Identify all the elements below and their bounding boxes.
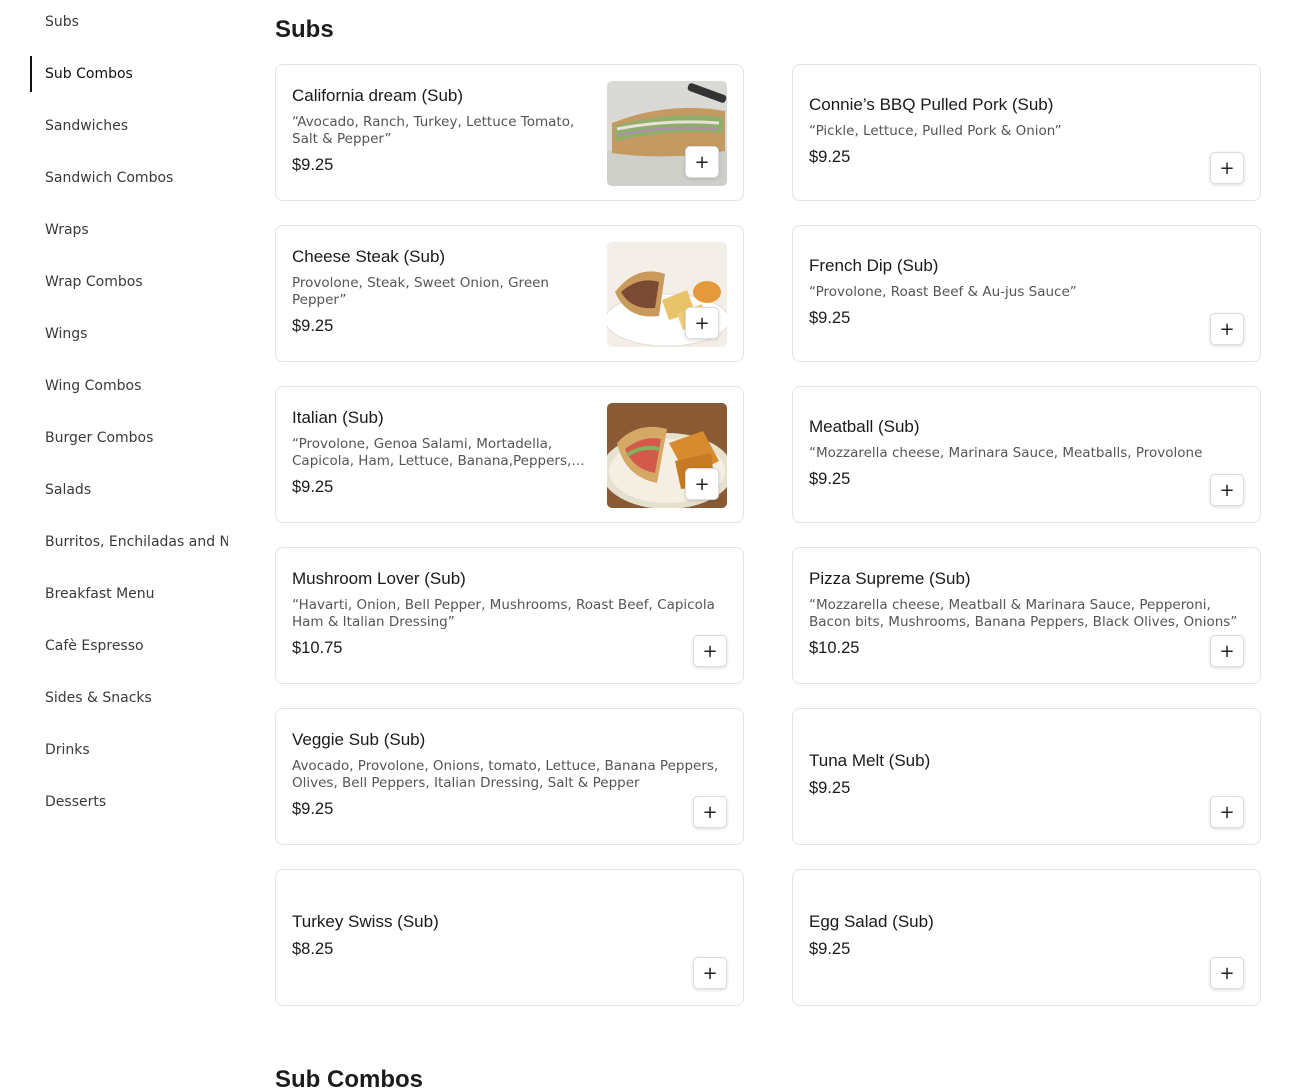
item-price: $10.25 [809,639,860,657]
sidebar-item-subs[interactable]: Subs [30,4,228,40]
item-name: Cheese Steak (Sub) [292,247,446,266]
section-title-sub-combos: Sub Combos [275,1066,423,1090]
item-description: “Pickle, Lettuce, Pulled Pork & Onion” [809,122,1062,139]
category-sidebar: Subs Sub Combos Sandwiches Sandwich Comb… [0,0,230,1090]
menu-item-card[interactable]: French Dip (Sub) “Provolone, Roast Beef … [792,225,1261,362]
item-price: $8.25 [292,940,334,958]
item-price: $9.25 [809,147,851,166]
sidebar-item-sandwiches[interactable]: Sandwiches [30,108,228,144]
item-description: “Avocado, Ranch, Turkey, Lettuce Tomato,… [292,114,575,147]
item-name: Pizza Supreme (Sub) [809,569,971,588]
item-description: Provolone, Steak, Sweet Onion, Green Pep… [292,275,549,308]
sidebar-item-sandwich-combos[interactable]: Sandwich Combos [30,160,228,196]
sidebar-item-desserts[interactable]: Desserts [30,784,228,820]
menu-item-card[interactable]: California dream (Sub) “Avocado, Ranch, … [275,64,744,201]
sidebar-item-burger-combos[interactable]: Burger Combos [30,420,228,456]
sidebar-item-wing-combos[interactable]: Wing Combos [30,368,228,404]
item-description: “Provolone, Genoa Salami, Mortadella, Ca… [292,436,572,469]
menu-item-card[interactable]: Italian (Sub) “Provolone, Genoa Salami, … [275,386,744,523]
section-title-subs: Subs [275,16,334,43]
menu-item-card[interactable]: Pizza Supreme (Sub) “Mozzarella cheese, … [792,547,1261,684]
italian-sub-photo: + [607,403,727,508]
item-name: Egg Salad (Sub) [809,912,934,931]
menu-item-card[interactable]: Meatball (Sub) “Mozzarella cheese, Marin… [792,386,1261,523]
item-description: “Mozzarella cheese, Meatball & Marinara … [809,597,1238,630]
item-price: $9.25 [292,317,334,335]
sidebar-item-wraps[interactable]: Wraps [30,212,228,248]
item-price: $10.75 [292,639,343,657]
item-name: Meatball (Sub) [809,416,920,436]
add-to-cart-button[interactable]: + [1210,152,1244,184]
item-name: French Dip (Sub) [809,255,939,275]
item-name: Veggie Sub (Sub) [292,730,426,749]
sidebar-item-burritos[interactable]: Burritos, Enchiladas and Nachos [30,524,228,560]
item-price: $9.25 [809,308,851,327]
sub-sandwich-photo: + [607,81,727,186]
item-price: $9.25 [292,800,334,818]
sidebar-item-breakfast-menu[interactable]: Breakfast Menu [30,576,228,612]
sidebar-item-cafe-espresso[interactable]: Cafè Espresso [30,628,228,664]
item-price: $9.25 [809,469,851,488]
menu-item-card[interactable]: Connie’s BBQ Pulled Pork (Sub) “Pickle, … [792,64,1261,201]
add-to-cart-button[interactable]: + [1210,796,1244,828]
item-name: Italian (Sub) [292,408,384,427]
add-to-cart-button[interactable]: + [693,796,727,828]
add-to-cart-button[interactable]: + [685,307,719,339]
add-to-cart-button[interactable]: + [1210,957,1244,989]
item-name: Tuna Melt (Sub) [809,751,931,770]
item-description: Avocado, Provolone, Onions, tomato, Lett… [292,758,719,791]
add-to-cart-button[interactable]: + [1210,474,1244,506]
sidebar-item-sub-combos[interactable]: Sub Combos [30,56,228,92]
item-description: “Havarti, Onion, Bell Pepper, Mushrooms,… [292,597,715,630]
cheese-steak-photo: + [607,242,727,347]
menu-item-card[interactable]: Veggie Sub (Sub) Avocado, Provolone, Oni… [275,708,744,845]
add-to-cart-button[interactable]: + [693,635,727,667]
add-to-cart-button[interactable]: + [1210,313,1244,345]
add-to-cart-button[interactable]: + [1210,635,1244,667]
item-price: $9.25 [809,940,851,958]
sidebar-item-salads[interactable]: Salads [30,472,228,508]
item-name: California dream (Sub) [292,86,464,105]
menu-item-card[interactable]: Egg Salad (Sub) $9.25 + [792,869,1261,1006]
item-name: Turkey Swiss (Sub) [292,912,439,931]
item-price: $9.25 [809,779,851,797]
add-to-cart-button[interactable]: + [685,146,719,178]
item-name: Connie’s BBQ Pulled Pork (Sub) [809,94,1054,114]
menu-item-card[interactable]: Mushroom Lover (Sub) “Havarti, Onion, Be… [275,547,744,684]
item-description: “Mozzarella cheese, Marinara Sauce, Meat… [809,444,1203,461]
sidebar-item-drinks[interactable]: Drinks [30,732,228,768]
sidebar-item-wrap-combos[interactable]: Wrap Combos [30,264,228,300]
item-price: $9.25 [292,156,334,174]
sidebar-item-sides-snacks[interactable]: Sides & Snacks [30,680,228,716]
menu-item-card[interactable]: Cheese Steak (Sub) Provolone, Steak, Swe… [275,225,744,362]
menu-item-card[interactable]: Turkey Swiss (Sub) $8.25 + [275,869,744,1006]
sidebar-item-wings[interactable]: Wings [30,316,228,352]
add-to-cart-button[interactable]: + [685,468,719,500]
item-price: $9.25 [292,478,334,496]
item-name: Mushroom Lover (Sub) [292,569,466,588]
item-description: “Provolone, Roast Beef & Au-jus Sauce” [809,283,1077,300]
menu-item-card[interactable]: Tuna Melt (Sub) $9.25 + [792,708,1261,845]
add-to-cart-button[interactable]: + [693,957,727,989]
